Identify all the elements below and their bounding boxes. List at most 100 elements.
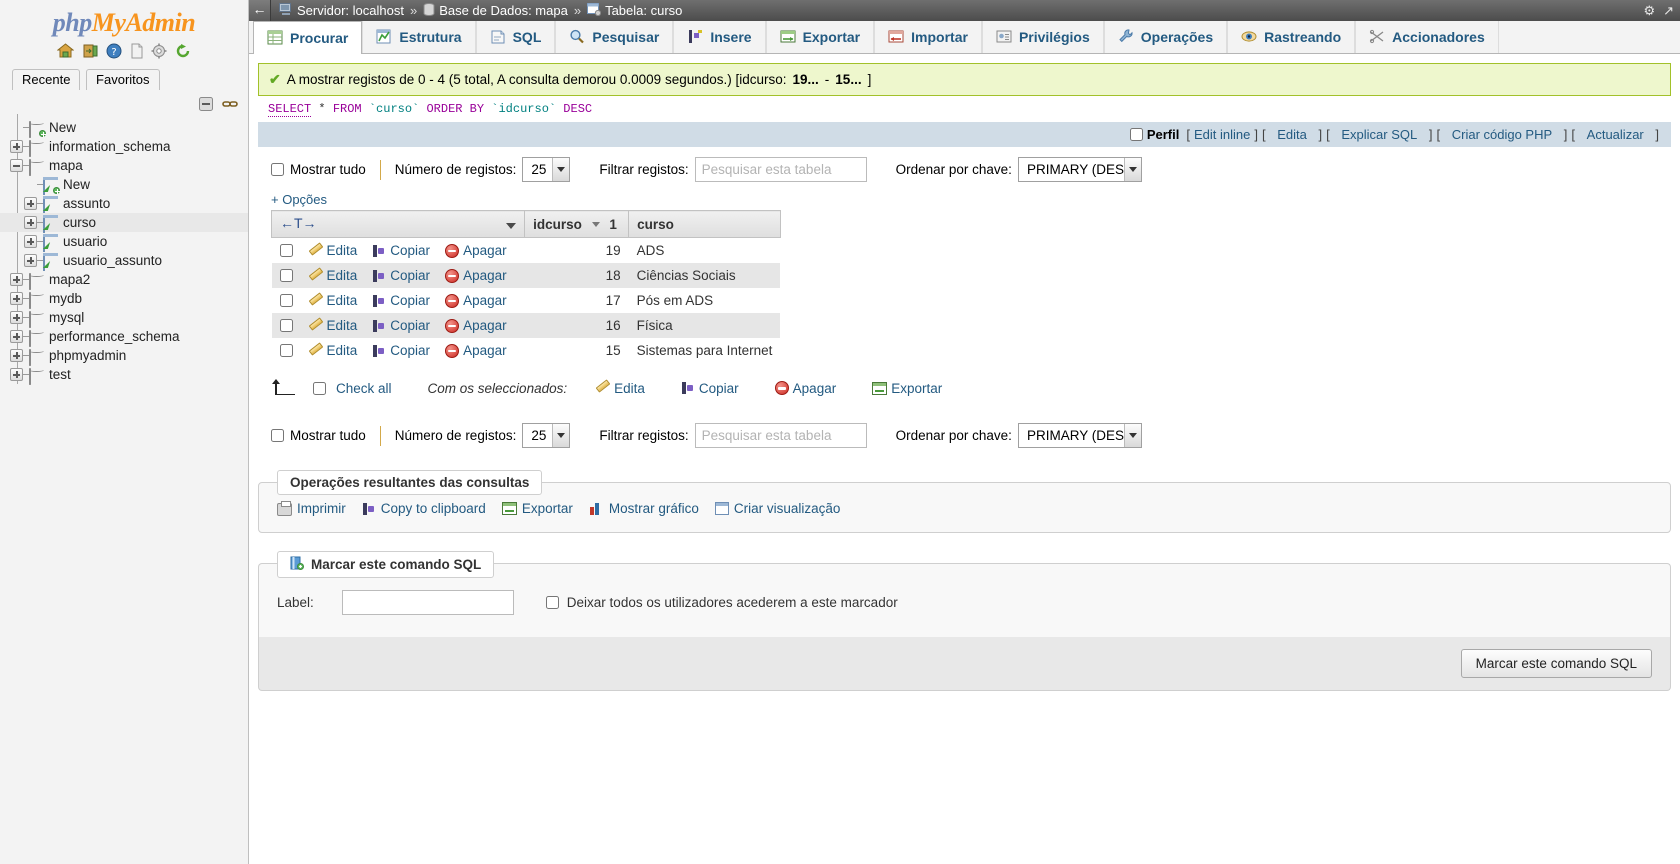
- check-all-checkbox[interactable]: [313, 381, 326, 395]
- reload-icon[interactable]: [175, 43, 191, 61]
- row-copy-link[interactable]: Copiar: [390, 243, 430, 258]
- explain-sql-link[interactable]: Explicar SQL: [1341, 127, 1417, 142]
- collapse-all-icon[interactable]: [198, 96, 214, 115]
- tree-item-new-db[interactable]: New: [0, 118, 248, 138]
- tree-item-usuario[interactable]: usuario: [0, 232, 248, 252]
- tree-item-mydb[interactable]: mydb: [0, 289, 248, 309]
- edit-link[interactable]: Edita: [1277, 127, 1307, 142]
- link-with-main-panel-icon[interactable]: [222, 98, 238, 113]
- num-rows-select-bottom[interactable]: 25: [522, 423, 571, 448]
- expand-toggle-icon[interactable]: [10, 140, 23, 153]
- check-all-label[interactable]: Check all: [336, 381, 392, 396]
- row-select-checkbox[interactable]: [279, 344, 293, 357]
- expand-toggle-icon[interactable]: [10, 349, 23, 362]
- back-button[interactable]: ←: [249, 0, 271, 21]
- row-edit-link[interactable]: Edita: [327, 268, 358, 283]
- chevron-down-icon[interactable]: [506, 218, 517, 233]
- chevron-down-icon[interactable]: [1123, 158, 1141, 181]
- filter-input-bottom[interactable]: [694, 423, 867, 448]
- copy-to-clipboard-link[interactable]: Copy to clipboard: [362, 501, 486, 516]
- row-delete-link[interactable]: Apagar: [463, 343, 507, 358]
- tab-accionadores[interactable]: Accionadores: [1355, 21, 1499, 53]
- row-delete-link[interactable]: Apagar: [463, 268, 507, 283]
- executed-sql-query[interactable]: SELECT * FROM `curso` ORDER BY `idcurso`…: [258, 96, 1671, 122]
- create-php-code-link[interactable]: Criar código PHP: [1452, 127, 1552, 142]
- sort-asc-icon[interactable]: [591, 222, 600, 228]
- row-edit-link[interactable]: Edita: [327, 243, 358, 258]
- bulk-edit-link[interactable]: Edita: [614, 381, 645, 396]
- settings-gear-icon[interactable]: ⚙: [1643, 4, 1655, 17]
- collapse-toggle-icon[interactable]: [10, 159, 23, 172]
- tree-item-phpmyadmin[interactable]: phpmyadmin: [0, 346, 248, 366]
- row-delete-link[interactable]: Apagar: [463, 243, 507, 258]
- settings-icon[interactable]: [151, 43, 167, 61]
- tab-rastreando[interactable]: Rastreando: [1227, 21, 1356, 53]
- tab-importar[interactable]: Importar: [874, 21, 982, 53]
- tree-item-information_schema[interactable]: information_schema: [0, 137, 248, 157]
- expand-toggle-icon[interactable]: [10, 292, 23, 305]
- sidebar-tab-favoritos[interactable]: Favoritos: [86, 69, 160, 90]
- sidebar-tab-recente[interactable]: Recente: [12, 69, 81, 90]
- tree-item-mysql[interactable]: mysql: [0, 308, 248, 328]
- breadcrumb-table[interactable]: Tabela: curso: [605, 3, 682, 18]
- expand-toggle-icon[interactable]: [10, 330, 23, 343]
- row-copy-link[interactable]: Copiar: [390, 268, 430, 283]
- minimize-icon[interactable]: ↗: [1663, 4, 1674, 17]
- tree-item-mapa2[interactable]: mapa2: [0, 270, 248, 290]
- row-copy-link[interactable]: Copiar: [390, 293, 430, 308]
- show-all-checkbox-top[interactable]: [271, 163, 284, 176]
- row-delete-link[interactable]: Apagar: [463, 293, 507, 308]
- tab-privilegios[interactable]: Privilégios: [981, 21, 1104, 53]
- bookmark-label-input[interactable]: [341, 590, 514, 615]
- column-header-curso[interactable]: curso: [628, 210, 781, 238]
- edit-inline-link[interactable]: Edit inline: [1194, 127, 1250, 142]
- expand-toggle-icon[interactable]: [10, 368, 23, 381]
- sort-key-select-top[interactable]: PRIMARY (DESC): [1017, 157, 1142, 182]
- export-link[interactable]: Exportar: [501, 501, 573, 516]
- print-link[interactable]: Imprimir: [277, 501, 346, 516]
- tab-pesquisar[interactable]: Pesquisar: [555, 21, 674, 53]
- tree-item-new-table[interactable]: New: [0, 175, 248, 195]
- show-all-checkbox-bottom[interactable]: [271, 429, 284, 442]
- help-icon[interactable]: ?: [106, 43, 122, 61]
- tab-sql[interactable]: SQL: [475, 21, 556, 53]
- bulk-export-link[interactable]: Exportar: [891, 381, 942, 396]
- tab-insere[interactable]: Insere: [673, 21, 766, 53]
- home-icon[interactable]: [56, 43, 75, 61]
- row-copy-link[interactable]: Copiar: [390, 343, 430, 358]
- breadcrumb-server[interactable]: Servidor: localhost: [297, 3, 404, 18]
- expand-toggle-icon[interactable]: [24, 235, 37, 248]
- chevron-down-icon[interactable]: [552, 424, 570, 447]
- logout-icon[interactable]: [82, 43, 99, 61]
- expand-toggle-icon[interactable]: [10, 311, 23, 324]
- row-copy-link[interactable]: Copiar: [390, 318, 430, 333]
- tab-operacoes[interactable]: Operações: [1103, 21, 1228, 53]
- tree-item-test[interactable]: test: [0, 365, 248, 385]
- bulk-copy-link[interactable]: Copiar: [699, 381, 739, 396]
- tree-item-usuario_assunto[interactable]: usuario_assunto: [0, 251, 248, 271]
- row-select-checkbox[interactable]: [279, 294, 293, 307]
- docs-icon[interactable]: [130, 43, 144, 61]
- breadcrumb-database[interactable]: Base de Dados: mapa: [439, 3, 568, 18]
- row-delete-link[interactable]: Apagar: [463, 318, 507, 333]
- chevron-down-icon[interactable]: [552, 158, 570, 181]
- row-select-checkbox[interactable]: [279, 269, 293, 282]
- tree-item-performance_schema[interactable]: performance_schema: [0, 327, 248, 347]
- profiling-checkbox[interactable]: [1129, 128, 1143, 141]
- row-edit-link[interactable]: Edita: [327, 343, 358, 358]
- tree-item-curso[interactable]: curso: [0, 213, 248, 233]
- bookmark-submit-button[interactable]: Marcar este comando SQL: [1460, 649, 1652, 678]
- tab-procurar[interactable]: Procurar: [253, 21, 363, 54]
- tree-item-assunto[interactable]: assunto: [0, 194, 248, 214]
- tab-estrutura[interactable]: Estrutura: [362, 21, 476, 53]
- column-header-idcurso[interactable]: idcurso 1: [524, 210, 630, 238]
- sort-key-select-bottom[interactable]: PRIMARY (DESC): [1017, 423, 1142, 448]
- show-chart-link[interactable]: Mostrar gráfico: [589, 501, 699, 516]
- chevron-down-icon[interactable]: [1123, 424, 1141, 447]
- expand-toggle-icon[interactable]: [24, 216, 37, 229]
- expand-toggle-icon[interactable]: [24, 197, 37, 210]
- num-rows-select-top[interactable]: 25: [522, 157, 571, 182]
- expand-toggle-icon[interactable]: [24, 254, 37, 267]
- row-select-checkbox[interactable]: [279, 319, 293, 332]
- bookmark-share-checkbox[interactable]: [545, 596, 559, 609]
